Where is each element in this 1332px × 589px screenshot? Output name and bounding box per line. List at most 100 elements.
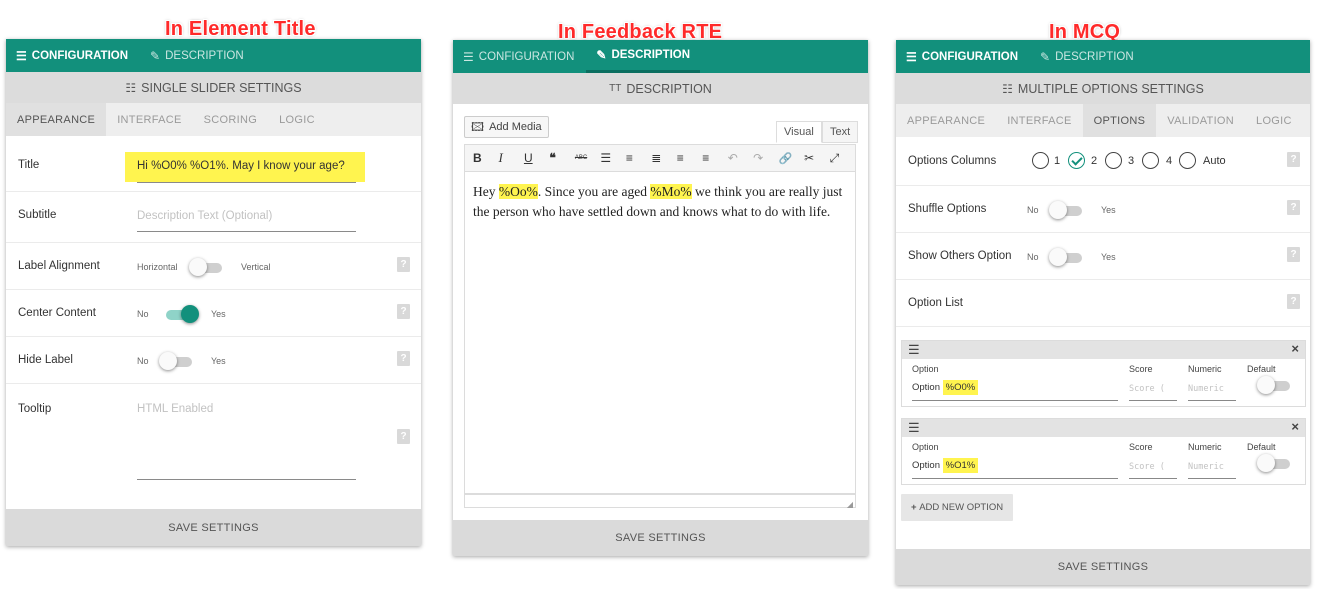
row-tooltip: Tooltip HTML Enabled ? — [6, 384, 421, 510]
column-radio-4[interactable] — [1142, 152, 1159, 169]
score-input[interactable]: Score ( — [1129, 457, 1177, 479]
subtab-logic[interactable]: LOGIC — [1245, 104, 1303, 137]
show-others-label: Show Others Option — [908, 250, 1012, 262]
shuffle-no: No — [1027, 205, 1039, 215]
tab-visual[interactable]: Visual — [776, 121, 822, 143]
option-variable: %O0% — [942, 380, 979, 395]
resize-handle-icon[interactable]: ◢ — [847, 500, 853, 509]
title-variable: %O0% %O1% — [151, 160, 226, 172]
remove-option-icon[interactable]: × — [1291, 419, 1299, 434]
strikethrough-icon[interactable]: ABC — [575, 155, 600, 161]
subtab-interface[interactable]: INTERFACE — [996, 104, 1082, 137]
shuffle-options-label: Shuffle Options — [908, 203, 987, 215]
label-alignment-label: Label Alignment — [18, 260, 100, 272]
title-input[interactable]: Hi %O0% %O1%. May I know your age? — [137, 160, 356, 183]
subtab-appearance[interactable]: APPEARANCE — [896, 104, 996, 137]
italic-icon[interactable]: I — [498, 150, 523, 166]
hide-label-toggle[interactable] — [159, 352, 193, 370]
numbered-list-icon[interactable]: ≡ — [626, 151, 651, 165]
subtitle-input[interactable]: Description Text (Optional) — [137, 210, 356, 232]
default-toggle[interactable] — [1257, 376, 1291, 394]
help-icon[interactable]: ? — [1287, 247, 1300, 262]
save-settings-button[interactable]: SAVE SETTINGS — [453, 520, 868, 556]
subtab-validation[interactable]: VALIDATION — [1156, 104, 1245, 137]
tab-configuration[interactable]: ☰ CONFIGURATION — [906, 40, 1018, 73]
add-media-button[interactable]: 🖾 Add Media — [464, 116, 549, 138]
align-right-icon[interactable]: ≡ — [702, 151, 727, 165]
undo-icon[interactable]: ↶ — [728, 151, 753, 165]
show-others-toggle[interactable] — [1049, 248, 1083, 266]
tab-description[interactable]: ✎ DESCRIPTION — [586, 40, 701, 73]
column-radio-3[interactable] — [1105, 152, 1122, 169]
row-center-content: Center Content No Yes ? — [6, 290, 421, 337]
help-icon[interactable]: ? — [1287, 200, 1300, 215]
save-settings-button[interactable]: SAVE SETTINGS — [896, 549, 1310, 585]
option-header-label: Option — [912, 364, 939, 374]
blockquote-icon[interactable]: ❝ — [549, 151, 574, 165]
row-option-list: Option List ? — [896, 280, 1310, 327]
label-alignment-off-text: Horizontal — [137, 262, 178, 272]
option-text-prefix: Option — [912, 382, 943, 393]
score-input[interactable]: Score ( — [1129, 379, 1177, 401]
help-icon[interactable]: ? — [1287, 294, 1300, 309]
option-text-input[interactable]: Option %O1% — [912, 457, 1118, 479]
options-columns-label: Options Columns — [908, 155, 997, 167]
description-panel: ☰ CONFIGURATION ✎ DESCRIPTION Tт DESCRIPTIO… — [453, 40, 868, 556]
align-left-icon[interactable]: ≣ — [651, 151, 676, 165]
help-icon[interactable]: ? — [397, 257, 410, 272]
column-radio-1[interactable] — [1032, 152, 1049, 169]
remove-option-icon[interactable]: × — [1291, 341, 1299, 356]
subtab-scoring[interactable]: SCORING — [193, 103, 268, 136]
align-center-icon[interactable]: ≡ — [677, 151, 702, 165]
unlink-icon[interactable]: ✂ — [804, 151, 829, 165]
redo-icon[interactable]: ↷ — [753, 151, 778, 165]
numeric-input[interactable]: Numeric — [1188, 457, 1236, 479]
option-card-header: ☰ × — [902, 419, 1305, 437]
drag-handle-icon[interactable]: ☰ — [908, 420, 920, 436]
help-icon[interactable]: ? — [397, 304, 410, 319]
tab-configuration-label: CONFIGURATION — [31, 49, 129, 62]
section-heading: Tт DESCRIPTION — [453, 73, 868, 104]
center-content-toggle[interactable] — [163, 305, 199, 323]
option-text-input[interactable]: Option %O0% — [912, 379, 1118, 401]
subtab-interface[interactable]: INTERFACE — [106, 103, 192, 136]
drag-handle-icon[interactable]: ☰ — [908, 342, 920, 358]
rte-toolbar: B I U ❝ ABC ☰ ≡ ≣ ≡ ≡ ↶ ↷ 🔗 ✂ ⤢ — [464, 144, 856, 172]
underline-icon[interactable]: U — [524, 151, 549, 165]
label-alignment-toggle[interactable] — [189, 258, 223, 276]
save-settings-button[interactable]: SAVE SETTINGS — [6, 509, 421, 546]
fullscreen-icon[interactable]: ⤢ — [830, 151, 855, 166]
score-header-label: Score — [1129, 364, 1153, 374]
toggle-knob — [1257, 454, 1275, 472]
column-radio-auto[interactable] — [1179, 152, 1196, 169]
subtab-options[interactable]: OPTIONS — [1082, 104, 1157, 137]
title-text-pre: Hi — [137, 160, 152, 172]
tab-configuration[interactable]: ☰ CONFIGURATION — [16, 39, 128, 72]
title-label: Title — [18, 159, 40, 171]
bullet-list-icon[interactable]: ☰ — [600, 151, 625, 165]
tooltip-input[interactable]: HTML Enabled — [137, 403, 356, 480]
help-icon[interactable]: ? — [1287, 152, 1300, 167]
plus-icon: + — [911, 502, 920, 513]
media-icon: 🖾 — [471, 120, 485, 134]
rte-content-area[interactable]: Hey %Oo%. Since you are aged %Mo% we thi… — [464, 172, 856, 494]
subtab-appearance[interactable]: APPEARANCE — [6, 103, 107, 136]
default-toggle[interactable] — [1257, 454, 1291, 472]
help-icon[interactable]: ? — [397, 429, 410, 444]
feather-icon: ✎ — [596, 48, 607, 62]
link-icon[interactable]: 🔗 — [779, 152, 804, 165]
numeric-input[interactable]: Numeric — [1188, 379, 1236, 401]
tab-description-label: DESCRIPTION — [611, 49, 691, 61]
column-radio-2[interactable] — [1068, 152, 1085, 169]
subtab-logic[interactable]: LOGIC — [268, 103, 326, 136]
tab-description[interactable]: ✎ DESCRIPTION — [1040, 40, 1134, 73]
bold-icon[interactable]: B — [473, 151, 498, 165]
tab-text[interactable]: Text — [822, 121, 859, 143]
toggle-knob — [1049, 248, 1067, 266]
tab-configuration[interactable]: ☰ CONFIGURATION — [463, 40, 574, 73]
tab-description[interactable]: ✎ DESCRIPTION — [150, 39, 244, 72]
hide-label-label: Hide Label — [18, 354, 73, 366]
add-new-option-button[interactable]: + ADD NEW OPTION — [901, 494, 1014, 521]
shuffle-options-toggle[interactable] — [1049, 201, 1083, 219]
help-icon[interactable]: ? — [397, 351, 410, 366]
